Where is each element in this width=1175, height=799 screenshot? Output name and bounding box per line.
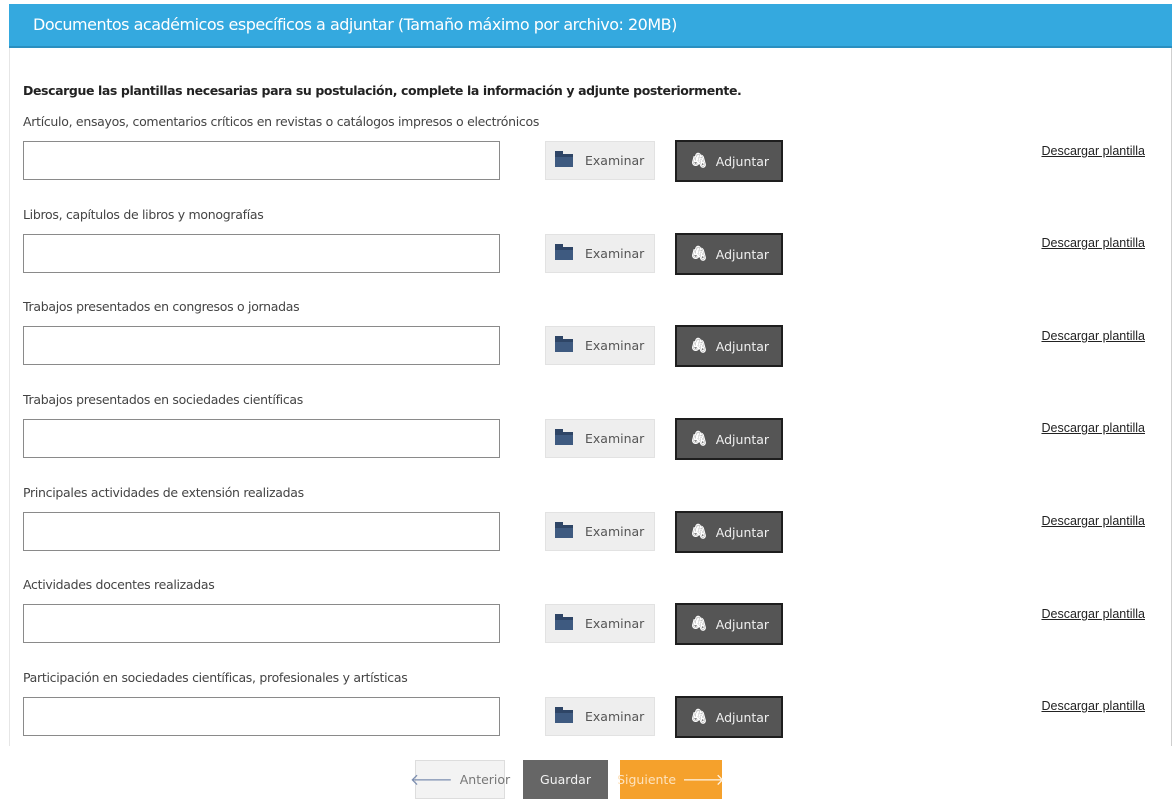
attach-button-label: Adjuntar <box>715 153 770 169</box>
browse-button-libros[interactable]: Examinar <box>545 234 655 273</box>
attach-button-label: Adjuntar <box>715 709 770 725</box>
download-template-link-congresos[interactable]: Descargar plantilla <box>1041 329 1145 343</box>
attach-button-congresos[interactable]: 🖇 Adjuntar <box>675 325 783 367</box>
section-title: Documentos académicos específicos a adju… <box>33 15 677 34</box>
folder-icon <box>555 707 573 723</box>
browse-button-congresos[interactable]: Examinar <box>545 326 655 365</box>
folder-icon <box>555 429 573 445</box>
browse-button-label: Examinar <box>585 524 645 539</box>
file-input-sociedades[interactable] <box>23 419 500 458</box>
browse-button-sociedades[interactable]: Examinar <box>545 419 655 458</box>
file-input-participacion[interactable] <box>23 697 500 736</box>
next-button[interactable]: Siguiente 🡒 <box>617 760 725 799</box>
browse-button-label: Examinar <box>585 709 645 724</box>
browse-button-articulos[interactable]: Examinar <box>545 141 655 180</box>
row-label-docentes: Actividades docentes realizadas <box>23 577 215 592</box>
paperclip-icon: 🖇 <box>690 153 708 169</box>
previous-button[interactable]: 🡐 Anterior <box>410 760 510 799</box>
attach-button-participacion[interactable]: 🖇 Adjuntar <box>675 696 783 738</box>
previous-button-label: Anterior <box>459 772 511 787</box>
download-template-link-libros[interactable]: Descargar plantilla <box>1041 236 1145 250</box>
next-button-label: Siguiente <box>617 772 677 787</box>
attach-button-extension[interactable]: 🖇 Adjuntar <box>675 511 783 553</box>
section-header: Documentos académicos específicos a adju… <box>9 4 1172 48</box>
arrow-right-icon: 🡒 <box>682 769 725 789</box>
browse-button-label: Examinar <box>585 338 645 353</box>
paperclip-icon: 🖇 <box>690 246 708 262</box>
row-label-congresos: Trabajos presentados en congresos o jorn… <box>23 299 300 314</box>
browse-button-extension[interactable]: Examinar <box>545 512 655 551</box>
attach-button-libros[interactable]: 🖇 Adjuntar <box>675 233 783 275</box>
save-button[interactable]: Guardar <box>523 760 608 799</box>
row-label-participacion: Participación en sociedades científicas,… <box>23 670 408 685</box>
folder-icon <box>555 522 573 538</box>
browse-button-label: Examinar <box>585 246 645 261</box>
folder-icon <box>555 151 573 167</box>
browse-button-participacion[interactable]: Examinar <box>545 697 655 736</box>
row-label-articulos: Artículo, ensayos, comentarios críticos … <box>23 114 540 129</box>
folder-icon <box>555 614 573 630</box>
file-input-extension[interactable] <box>23 512 500 551</box>
file-input-articulos[interactable] <box>23 141 500 180</box>
row-label-libros: Libros, capítulos de libros y monografía… <box>23 207 264 222</box>
download-template-link-extension[interactable]: Descargar plantilla <box>1041 514 1145 528</box>
attach-button-sociedades[interactable]: 🖇 Adjuntar <box>675 418 783 460</box>
paperclip-icon: 🖇 <box>690 524 708 540</box>
attach-button-label: Adjuntar <box>715 431 770 447</box>
browse-button-label: Examinar <box>585 153 645 168</box>
paperclip-icon: 🖇 <box>690 431 708 447</box>
download-template-link-docentes[interactable]: Descargar plantilla <box>1041 607 1145 621</box>
paperclip-icon: 🖇 <box>690 709 708 725</box>
file-input-libros[interactable] <box>23 234 500 273</box>
attach-button-label: Adjuntar <box>715 616 770 632</box>
attach-button-articulos[interactable]: 🖇 Adjuntar <box>675 140 783 182</box>
attach-button-label: Adjuntar <box>715 524 770 540</box>
row-label-sociedades: Trabajos presentados en sociedades cient… <box>23 392 303 407</box>
arrow-left-icon: 🡐 <box>409 769 453 789</box>
folder-icon <box>555 336 573 352</box>
attach-button-docentes[interactable]: 🖇 Adjuntar <box>675 603 783 645</box>
browse-button-docentes[interactable]: Examinar <box>545 604 655 643</box>
save-button-label: Guardar <box>540 772 591 787</box>
folder-icon <box>555 244 573 260</box>
browse-button-label: Examinar <box>585 431 645 446</box>
download-template-link-articulos[interactable]: Descargar plantilla <box>1041 144 1145 158</box>
attach-button-label: Adjuntar <box>715 246 770 262</box>
browse-button-label: Examinar <box>585 616 645 631</box>
download-template-link-sociedades[interactable]: Descargar plantilla <box>1041 421 1145 435</box>
paperclip-icon: 🖇 <box>690 616 708 632</box>
attach-button-label: Adjuntar <box>715 338 770 354</box>
row-label-extension: Principales actividades de extensión rea… <box>23 485 304 500</box>
instructions-text: Descargue las plantillas necesarias para… <box>23 83 742 98</box>
download-template-link-participacion[interactable]: Descargar plantilla <box>1041 699 1145 713</box>
paperclip-icon: 🖇 <box>690 338 708 354</box>
file-input-docentes[interactable] <box>23 604 500 643</box>
file-input-congresos[interactable] <box>23 326 500 365</box>
